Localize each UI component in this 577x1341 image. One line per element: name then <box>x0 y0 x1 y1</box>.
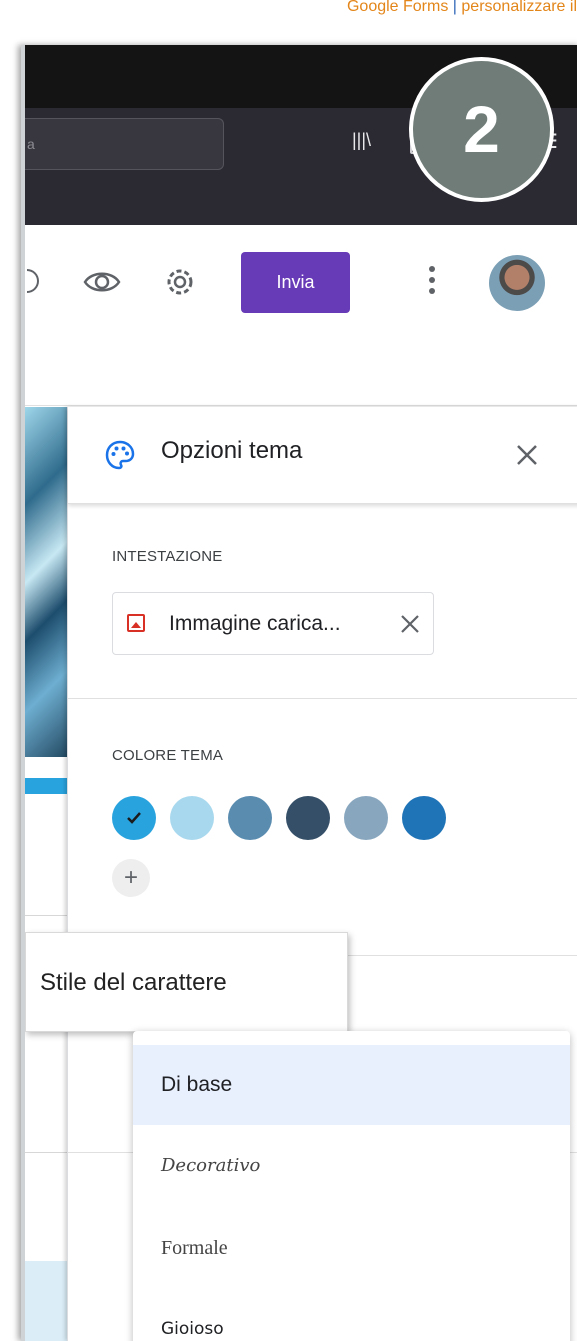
address-bar[interactable]: a <box>25 118 224 170</box>
library-icon[interactable]: |||\ <box>352 130 371 151</box>
font-style-dropdown[interactable]: Di base Decorativo Formale Gioioso <box>133 1031 570 1341</box>
toolbar-divider <box>25 405 577 406</box>
screenshot-frame: a |||\ ☰ 2 Invia Opzioni tema <box>21 45 577 1341</box>
panel-header: Opzioni tema <box>68 407 577 504</box>
address-text: a <box>27 136 35 152</box>
form-card-edge <box>25 1152 67 1153</box>
uploaded-image-chip[interactable]: Immagine carica... <box>112 592 434 655</box>
close-icon[interactable] <box>514 442 540 468</box>
caption-separator: | <box>448 0 462 15</box>
check-icon <box>127 812 141 824</box>
send-button[interactable]: Invia <box>241 252 350 313</box>
preview-eye-icon[interactable] <box>82 267 122 297</box>
theme-color-swatch[interactable] <box>112 796 156 840</box>
font-option-label: Formale <box>161 1237 228 1259</box>
palette-icon <box>105 440 135 470</box>
step-badge: 2 <box>409 57 554 202</box>
theme-color-swatch[interactable] <box>402 796 446 840</box>
form-accent-bar <box>25 778 67 794</box>
font-option-label: Gioioso <box>161 1319 224 1339</box>
form-card-edge <box>25 915 67 916</box>
font-option-formal[interactable]: Formale <box>133 1209 570 1289</box>
font-option-label: Di base <box>161 1073 233 1096</box>
font-option-decorative[interactable]: Decorativo <box>133 1127 570 1207</box>
settings-gear-icon[interactable] <box>162 264 198 300</box>
form-header-image <box>25 407 67 757</box>
avatar[interactable] <box>489 255 545 311</box>
caption-left: Google Forms <box>346 0 449 15</box>
theme-color-swatch[interactable] <box>286 796 330 840</box>
color-section-label: COLORE TEMA <box>112 747 224 764</box>
font-option-basic[interactable]: Di base <box>133 1045 570 1125</box>
image-icon <box>127 614 145 632</box>
panel-title: Opzioni tema <box>161 437 303 464</box>
form-selected-card <box>25 1261 67 1341</box>
add-color-button[interactable]: + <box>112 859 150 897</box>
caption-right: personalizzare il <box>461 0 577 15</box>
section-divider <box>68 698 577 699</box>
tooltip-text: Stile del carattere <box>40 969 227 996</box>
header-section-label: INTESTAZIONE <box>112 548 223 565</box>
theme-color-swatch[interactable] <box>344 796 388 840</box>
theme-color-swatch[interactable] <box>228 796 272 840</box>
more-vert-icon[interactable] <box>429 266 435 299</box>
theme-color-swatch[interactable] <box>170 796 214 840</box>
font-option-label: Decorativo <box>161 1155 261 1176</box>
font-style-tooltip: Stile del carattere <box>25 932 348 1032</box>
uploaded-image-label: Immagine carica... <box>169 612 341 635</box>
caption: Google Forms | personalizzare il <box>177 0 577 16</box>
remove-image-icon[interactable] <box>399 613 421 635</box>
font-option-playful[interactable]: Gioioso <box>133 1291 570 1341</box>
